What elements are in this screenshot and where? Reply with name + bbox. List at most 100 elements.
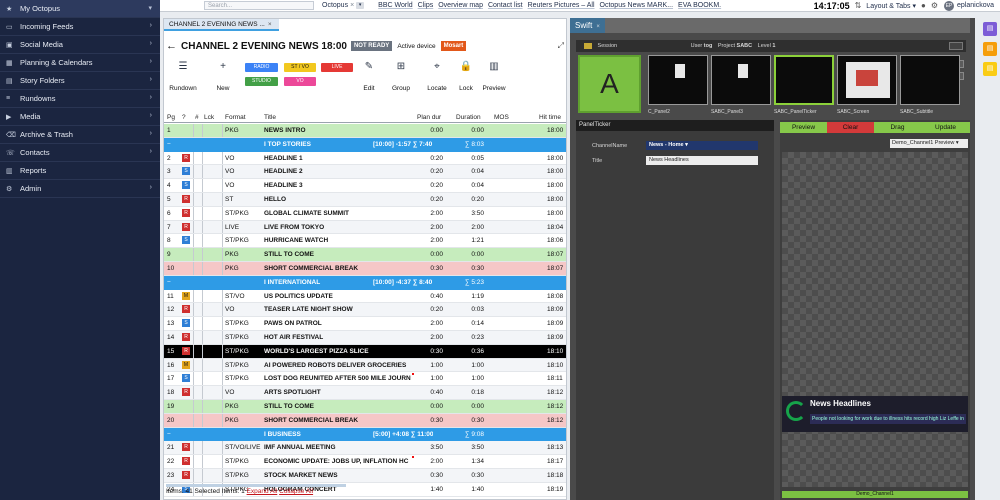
group-header-row[interactable]: − I TOP STORIES [10:00] -1:57 ∑ 7:40 ∑ 8:03: [164, 137, 566, 152]
side-tab-orange[interactable]: ▤: [983, 42, 997, 56]
format-chip-live[interactable]: LIVE: [321, 63, 353, 72]
chevron-icon[interactable]: ›: [150, 184, 152, 191]
mosart-button[interactable]: Mosart: [440, 41, 467, 51]
column-header-pg[interactable]: Pg: [167, 114, 175, 121]
table-row[interactable]: 7 R LIVE LIVE FROM TOKYO 2:00 2:00 18:04: [164, 220, 566, 235]
chevron-icon[interactable]: ›: [150, 76, 152, 83]
table-row[interactable]: 14 R ST/PKG HOT AIR FESTIVAL 2:00 0:23 18:09: [164, 330, 566, 345]
template-thumbnail[interactable]: SABC_Panel3: [711, 55, 771, 115]
preview-button[interactable]: ▥ Preview: [479, 61, 509, 92]
title-input[interactable]: News Headlines: [646, 156, 758, 165]
sidebar-item-planning-calendars[interactable]: ▦ Planning & Calendars ›: [0, 54, 160, 72]
column-header-lock[interactable]: Lck: [204, 114, 214, 121]
bookmark-link[interactable]: Overview map: [438, 2, 483, 9]
collapse-icon[interactable]: −: [167, 141, 181, 148]
table-row[interactable]: 3 S VO HEADLINE 2 0:20 0:04 18:00: [164, 165, 566, 180]
column-header-number[interactable]: #: [195, 114, 199, 121]
locate-button[interactable]: ⌖ Locate: [422, 61, 452, 92]
column-header-mos[interactable]: MOS: [494, 114, 509, 121]
sidebar-item-contacts[interactable]: ☏ Contacts ›: [0, 144, 160, 162]
layout-tabs-menu[interactable]: Layout & Tabs ▾: [866, 2, 916, 10]
bookmark-link[interactable]: Reuters Pictures – All: [528, 2, 595, 9]
settings-gear-icon[interactable]: ⚙: [931, 1, 938, 10]
collapse-icon[interactable]: −: [167, 431, 181, 438]
sidebar-item-archive-trash[interactable]: ⌫ Archive & Trash ›: [0, 126, 160, 144]
octopus-selector[interactable]: Octopus × ▾: [322, 2, 365, 9]
table-row[interactable]: 10 PKG SHORT COMMERCIAL BREAK 0:30 0:30 18:07: [164, 261, 566, 276]
table-row[interactable]: 1 PKG NEWS INTRO 0:00 0:00 18:00: [164, 124, 566, 138]
sidebar-item-media[interactable]: ▶ Media ›: [0, 108, 160, 126]
column-header-hit-time[interactable]: Hit time: [539, 114, 561, 121]
chevron-icon[interactable]: ›: [150, 130, 152, 137]
drag-button[interactable]: Drag: [874, 122, 921, 133]
group-header-row[interactable]: − I INTERNATIONAL [10:00] -4:37 ∑ 8:40 ∑ 5:…: [164, 275, 566, 290]
chevron-icon[interactable]: ›: [150, 22, 152, 29]
popout-icon[interactable]: ⤢: [558, 41, 564, 51]
template-thumbnail[interactable]: C_Panel2: [648, 55, 708, 115]
collapse-icon[interactable]: −: [167, 279, 181, 286]
status-badge[interactable]: NOT READY: [350, 41, 393, 51]
sidebar-item-story-folders[interactable]: ▤ Story Folders ›: [0, 72, 160, 90]
octopus-dropdown-icon[interactable]: ▾: [356, 2, 365, 9]
bookmark-link[interactable]: BBC World: [378, 2, 413, 9]
table-row[interactable]: 4 S VO HEADLINE 3 0:20 0:04 18:00: [164, 179, 566, 193]
table-row[interactable]: 8 S ST/PKG HURRICANE WATCH 2:00 1:21 18:06: [164, 234, 566, 249]
group-button[interactable]: ⊞ Group: [386, 61, 416, 92]
template-thumbnail[interactable]: SABC_Screen: [837, 55, 897, 115]
expand-all-link[interactable]: Expand All: [247, 488, 278, 495]
sidebar-item-reports[interactable]: ▥ Reports: [0, 162, 160, 180]
rundown-button[interactable]: ☰ Rundown: [168, 61, 198, 92]
horizontal-scrollbar[interactable]: [166, 484, 346, 487]
window-icon[interactable]: [949, 42, 963, 50]
sidebar-item-social-media[interactable]: ▣ Social Media ›: [0, 36, 160, 54]
format-chip-stvo[interactable]: ST / VO: [284, 63, 316, 72]
chevron-icon[interactable]: ▾: [148, 4, 152, 12]
preview-button-swift[interactable]: Preview: [780, 122, 827, 133]
table-row[interactable]: 16 M ST/PKG AI POWERED ROBOTS DELIVER GROCE…: [164, 358, 566, 373]
table-row[interactable]: 19 PKG STILL TO COME 0:00 0:00 18:12: [164, 399, 566, 414]
table-row[interactable]: 6 R ST/PKG GLOBAL CLIMATE SUMMIT 2:00 3:50 18:…: [164, 206, 566, 221]
table-row[interactable]: 20 PKG SHORT COMMERCIAL BREAK 0:30 0:30 18:12: [164, 413, 566, 428]
column-header-question[interactable]: ?: [182, 114, 186, 121]
column-header-format[interactable]: Format: [225, 114, 246, 121]
close-icon[interactable]: ×: [268, 21, 272, 28]
sort-icon[interactable]: ⇅: [855, 1, 862, 10]
table-row[interactable]: 23 R ST/PKG STOCK MARKET NEWS 0:30 0:30 18:18: [164, 468, 566, 483]
global-search-input[interactable]: Search...: [204, 1, 314, 10]
template-thumbnail[interactable]: SABC_Subtitle: [900, 55, 960, 115]
avatar[interactable]: EP: [944, 0, 955, 11]
preview-channel-select[interactable]: Demo_Channel1 Preview ▾: [890, 139, 968, 148]
clear-button[interactable]: Clear: [827, 122, 874, 133]
table-row[interactable]: 17 S ST/PKG LOST DOG REUNITED AFTER 500 MIL…: [164, 372, 566, 387]
side-tab-purple[interactable]: ▤: [983, 22, 997, 36]
table-row[interactable]: 22 R ST/PKG ECONOMIC UPDATE: JOBS UP, INFLA…: [164, 455, 566, 469]
bookmark-link[interactable]: EVA BOOKM.: [678, 2, 721, 9]
column-header-plan-dur[interactable]: Plan dur: [417, 114, 441, 121]
sidebar-item-rundowns[interactable]: ≡ Rundowns ›: [0, 90, 160, 108]
chevron-icon[interactable]: ›: [150, 148, 152, 155]
table-row[interactable]: 21 R ST/VO/LIVE IMF ANNUAL MEETING 3:50 3:50 1…: [164, 441, 566, 456]
chevron-icon[interactable]: ›: [150, 58, 152, 65]
octopus-clear-icon[interactable]: ×: [350, 2, 354, 9]
table-row[interactable]: 11 M ST/VO US POLITICS UPDATE 0:40 1:19 18:08: [164, 289, 566, 304]
format-chip-radio[interactable]: RADIO: [245, 63, 278, 72]
table-row[interactable]: 12 R VO TEASER LATE NIGHT SHOW 0:20 0:03 18:09: [164, 303, 566, 318]
side-tab-yellow[interactable]: ▤: [983, 62, 997, 76]
collapse-all-link[interactable]: Collapse All: [279, 488, 313, 495]
tab-evening-news[interactable]: CHANNEL 2 EVENING NEWS ... ×: [164, 19, 279, 31]
sidebar-item-admin[interactable]: ⚙ Admin ›: [0, 180, 160, 198]
table-row[interactable]: 15 R ST/PKG WORLD'S LARGEST PIZZA SLICE 0:30…: [164, 344, 566, 359]
chevron-icon[interactable]: ›: [150, 112, 152, 119]
group-header-row[interactable]: − I BUSINESS [5:00] +4:08 ∑ 11:00 ∑ 9:08: [164, 427, 566, 442]
template-thumbnail[interactable]: SABC_PanelTicker: [774, 55, 834, 115]
channel-output-button[interactable]: Demo_Channel1: [782, 491, 968, 498]
table-row[interactable]: 5 R ST HELLO 0:20 0:20 18:00: [164, 192, 566, 207]
sidebar-item-my-octopus[interactable]: ★ My Octopus ▾: [0, 0, 160, 18]
chevron-icon[interactable]: ›: [150, 40, 152, 47]
bookmark-link[interactable]: Octopus News MARK...: [600, 2, 674, 9]
bookmark-link[interactable]: Clips: [418, 2, 434, 9]
selected-channel-tile[interactable]: A: [578, 55, 641, 113]
table-row[interactable]: 13 S ST/PKG PAWS ON PATROL 2:00 0:14 18:09: [164, 317, 566, 331]
table-row[interactable]: 2 R VO HEADLINE 1 0:20 0:05 18:00: [164, 151, 566, 166]
format-chip-studio[interactable]: STUDIO: [245, 77, 278, 86]
